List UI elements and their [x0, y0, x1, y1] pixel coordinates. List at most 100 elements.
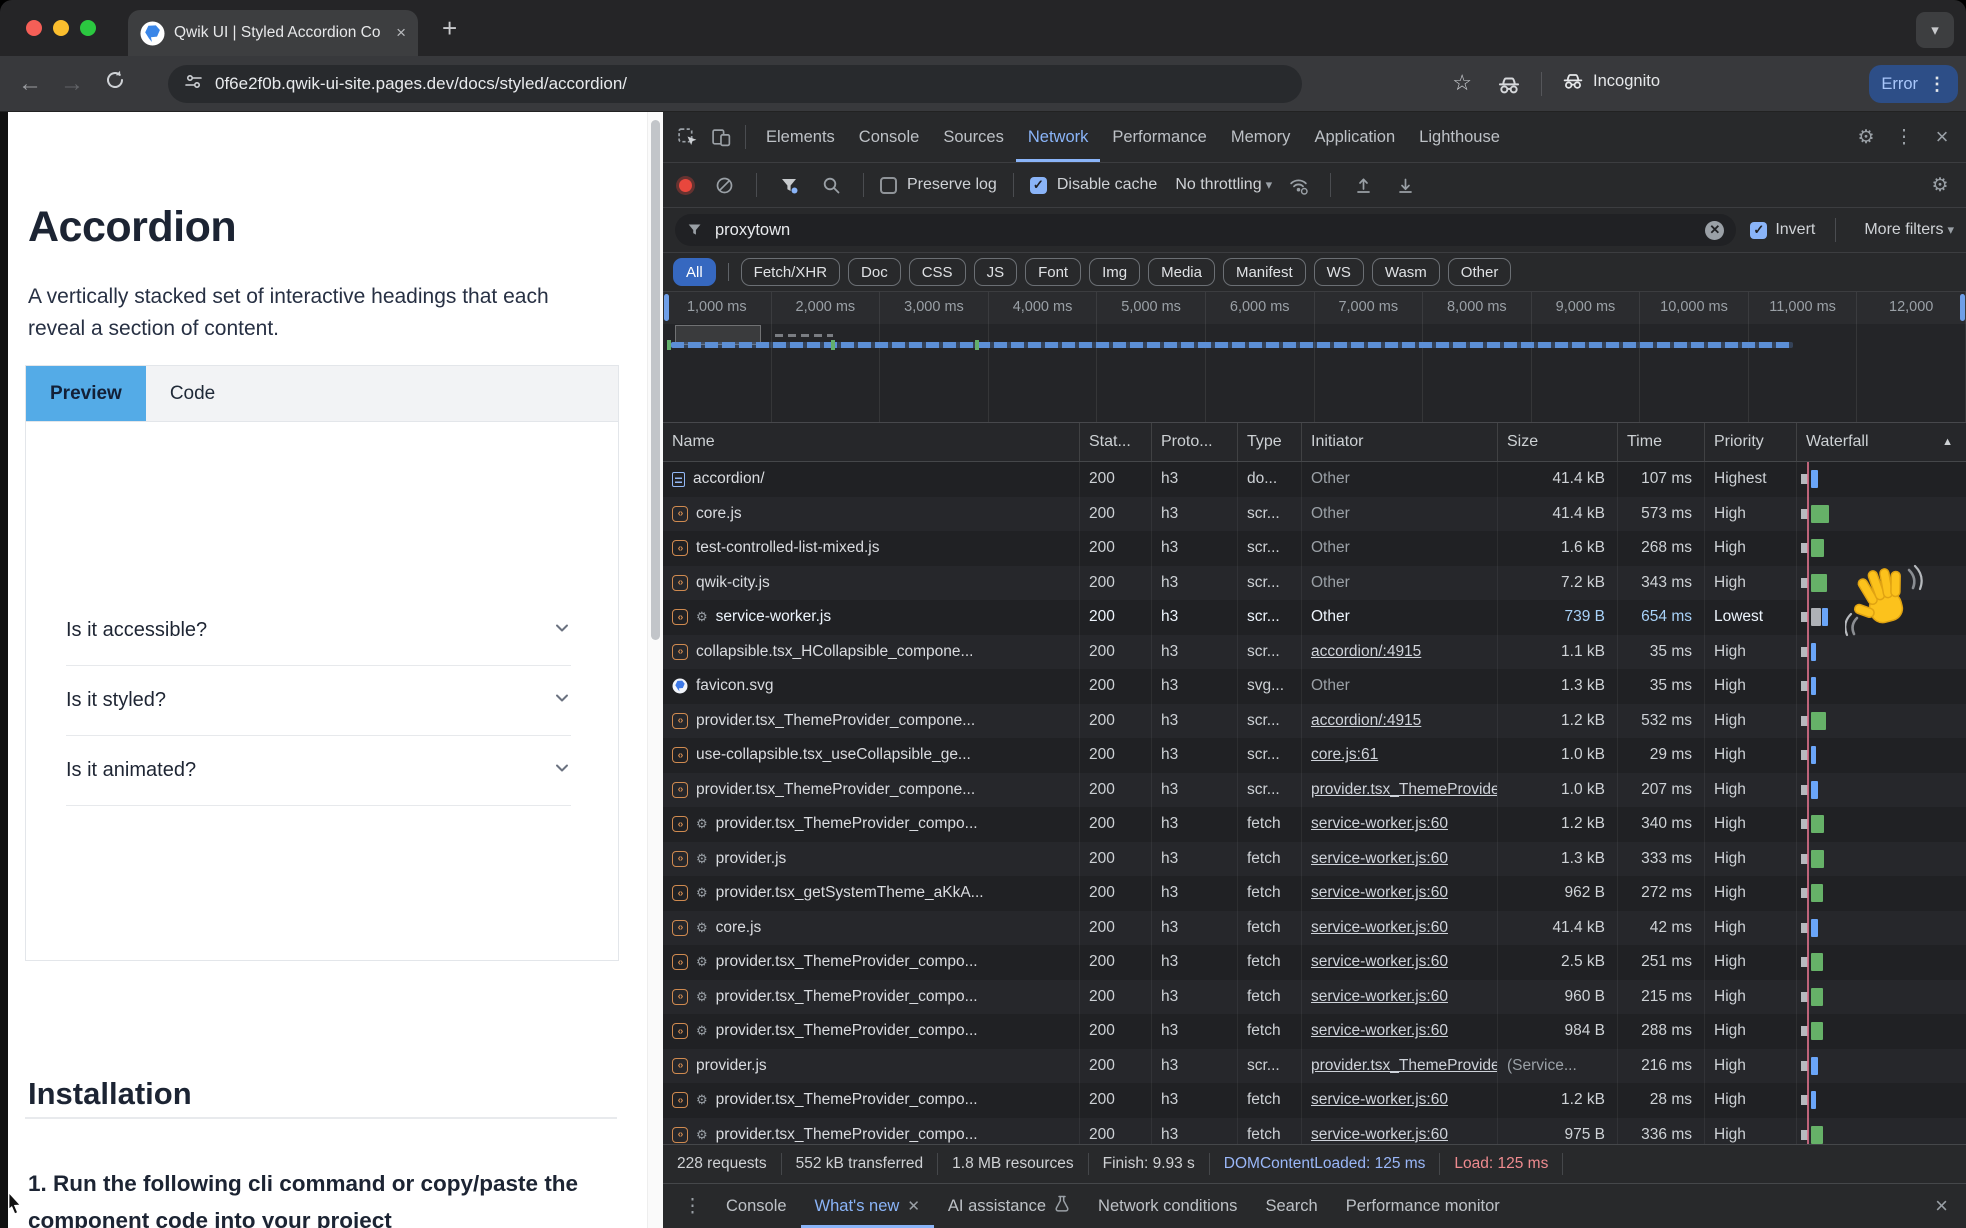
timeline-overview[interactable]: 1,000 ms2,000 ms3,000 ms4,000 ms5,000 ms… [663, 292, 1966, 423]
initiator-link[interactable]: service-worker.js:60 [1311, 815, 1448, 833]
accordion-item-is-it-styled[interactable]: Is it styled? [66, 666, 571, 736]
initiator-link[interactable]: service-worker.js:60 [1311, 1091, 1448, 1109]
column-header-name[interactable]: Name [663, 423, 1080, 461]
drawer-tab-ai-assistance[interactable]: AI assistance [934, 1184, 1084, 1228]
network-request-row[interactable]: provider.js200h3scr...provider.tsx_Theme… [663, 1049, 1966, 1084]
network-request-row[interactable]: ⚙provider.tsx_ThemeProvider_compo...200h… [663, 1014, 1966, 1049]
error-menu-badge[interactable]: Error ⋮ [1869, 65, 1958, 103]
drawer-tab-search[interactable]: Search [1251, 1184, 1331, 1228]
page-scrollbar-thumb[interactable] [651, 120, 660, 640]
initiator-link[interactable]: service-worker.js:60 [1311, 850, 1448, 868]
network-request-row[interactable]: ⚙provider.tsx_ThemeProvider_compo...200h… [663, 1083, 1966, 1118]
filter-chip-font[interactable]: Font [1025, 258, 1081, 286]
filter-chip-all[interactable]: All [673, 258, 716, 286]
browser-menu-icon[interactable]: ⋮ [1928, 74, 1946, 95]
network-request-row[interactable]: ⚙provider.tsx_ThemeProvider_compo...200h… [663, 807, 1966, 842]
more-filters-button[interactable]: More filters ▾ [1864, 221, 1954, 239]
devtools-tab-sources[interactable]: Sources [931, 112, 1016, 162]
bookmark-star-icon[interactable]: ☆ [1452, 70, 1472, 96]
devtools-tab-elements[interactable]: Elements [754, 112, 847, 162]
reload-button[interactable] [104, 69, 126, 98]
back-button[interactable]: ← [18, 70, 42, 98]
network-request-row[interactable]: ⚙provider.tsx_ThemeProvider_compo...200h… [663, 1118, 1966, 1145]
column-header-type[interactable]: Type [1238, 423, 1302, 461]
network-request-row[interactable]: ⚙service-worker.js200h3scr...Other739 B6… [663, 600, 1966, 635]
initiator-link[interactable]: service-worker.js:60 [1311, 884, 1448, 902]
new-tab-button[interactable]: + [442, 13, 457, 44]
network-request-row[interactable]: test-controlled-list-mixed.js200h3scr...… [663, 531, 1966, 566]
window-close-button[interactable] [26, 20, 42, 36]
column-header-priority[interactable]: Priority [1705, 423, 1797, 461]
filter-input[interactable] [713, 220, 1695, 241]
page-scrollbar[interactable] [647, 112, 663, 1228]
initiator-link[interactable]: service-worker.js:60 [1311, 953, 1448, 971]
network-request-row[interactable]: collapsible.tsx_HCollapsible_compone...2… [663, 635, 1966, 670]
window-minimize-button[interactable] [53, 20, 69, 36]
devtools-tab-console[interactable]: Console [847, 112, 932, 162]
address-bar[interactable]: 0f6e2f0b.qwik-ui-site.pages.dev/docs/sty… [168, 65, 1302, 103]
network-request-row[interactable]: accordion/200h3do...Other41.4 kB107 msHi… [663, 462, 1966, 497]
settings-gear-icon[interactable]: ⚙ [1850, 121, 1882, 153]
preserve-log-checkbox[interactable] [880, 177, 897, 194]
network-request-row[interactable]: core.js200h3scr...Other41.4 kB573 msHigh [663, 497, 1966, 532]
filter-chip-ws[interactable]: WS [1314, 258, 1364, 286]
timeline-left-handle[interactable] [664, 294, 669, 321]
forward-button[interactable]: → [60, 70, 84, 98]
timeline-right-handle[interactable] [1960, 294, 1965, 321]
tab-close-icon[interactable]: × [396, 23, 406, 43]
browser-tab[interactable]: Qwik UI | Styled Accordion Co × [128, 10, 418, 56]
network-settings-gear-icon[interactable]: ⚙ [1924, 169, 1956, 201]
record-icon[interactable] [679, 179, 692, 192]
initiator-link[interactable]: service-worker.js:60 [1311, 919, 1448, 937]
url-text[interactable]: 0f6e2f0b.qwik-ui-site.pages.dev/docs/sty… [215, 74, 627, 94]
drawer-more-icon[interactable]: ⋮ [683, 1195, 702, 1218]
network-request-row[interactable]: ⚙provider.js200h3fetchservice-worker.js:… [663, 842, 1966, 877]
filter-chip-css[interactable]: CSS [909, 258, 966, 286]
tab-search-button[interactable]: ▾ [1916, 12, 1954, 48]
incognito-profile-icon[interactable] [1496, 72, 1522, 103]
drawer-tab-what-s-new[interactable]: What's new✕ [801, 1184, 934, 1228]
initiator-link[interactable]: service-worker.js:60 [1311, 988, 1448, 1006]
devtools-tab-network[interactable]: Network [1016, 112, 1101, 162]
filter-chip-fetch-xhr[interactable]: Fetch/XHR [741, 258, 840, 286]
column-header-stat[interactable]: Stat... [1080, 423, 1152, 461]
network-request-row[interactable]: provider.tsx_ThemeProvider_compone...200… [663, 704, 1966, 739]
drawer-tab-console[interactable]: Console [712, 1184, 801, 1228]
drawer-tab-network-conditions[interactable]: Network conditions [1084, 1184, 1251, 1228]
accordion-item-is-it-accessible[interactable]: Is it accessible? [66, 596, 571, 666]
filter-chip-doc[interactable]: Doc [848, 258, 901, 286]
network-request-row[interactable]: ⚙provider.tsx_getSystemTheme_aKkA...200h… [663, 876, 1966, 911]
clear-filter-icon[interactable]: ✕ [1705, 221, 1724, 240]
accordion-item-is-it-animated[interactable]: Is it animated? [66, 736, 571, 806]
devtools-tab-memory[interactable]: Memory [1219, 112, 1303, 162]
column-header-initiator[interactable]: Initiator [1302, 423, 1498, 461]
network-request-row[interactable]: use-collapsible.tsx_useCollapsible_ge...… [663, 738, 1966, 773]
network-request-row[interactable]: favicon.svg200h3svg...Other1.3 kB35 msHi… [663, 669, 1966, 704]
filter-chip-manifest[interactable]: Manifest [1223, 258, 1306, 286]
column-header-time[interactable]: Time [1618, 423, 1705, 461]
drawer-close-icon[interactable]: × [1935, 1193, 1956, 1219]
device-toolbar-icon[interactable] [705, 121, 737, 153]
site-info-icon[interactable] [184, 72, 203, 96]
filter-chip-media[interactable]: Media [1148, 258, 1215, 286]
export-har-icon[interactable] [1389, 169, 1421, 201]
import-har-icon[interactable] [1347, 169, 1379, 201]
filter-chip-js[interactable]: JS [974, 258, 1018, 286]
initiator-link[interactable]: core.js:61 [1311, 746, 1378, 764]
search-icon[interactable] [815, 169, 847, 201]
filter-chip-other[interactable]: Other [1448, 258, 1512, 286]
network-request-row[interactable]: ⚙provider.tsx_ThemeProvider_compo...200h… [663, 980, 1966, 1015]
network-request-row[interactable]: ⚙provider.tsx_ThemeProvider_compo...200h… [663, 945, 1966, 980]
network-request-row[interactable]: qwik-city.js200h3scr...Other7.2 kB343 ms… [663, 566, 1966, 601]
filter-chip-wasm[interactable]: Wasm [1372, 258, 1440, 286]
clear-icon[interactable] [708, 169, 740, 201]
column-header-waterfall[interactable]: Waterfall▲ [1797, 423, 1966, 461]
network-conditions-icon[interactable] [1282, 169, 1314, 201]
devtools-tab-application[interactable]: Application [1302, 112, 1407, 162]
inspect-element-icon[interactable] [671, 121, 703, 153]
network-request-row[interactable]: provider.tsx_ThemeProvider_compone...200… [663, 773, 1966, 808]
tab-preview[interactable]: Preview [26, 366, 146, 421]
devtools-close-icon[interactable]: × [1926, 121, 1958, 153]
filter-chip-img[interactable]: Img [1089, 258, 1140, 286]
throttling-dropdown[interactable]: No throttling ▾ [1175, 176, 1272, 194]
